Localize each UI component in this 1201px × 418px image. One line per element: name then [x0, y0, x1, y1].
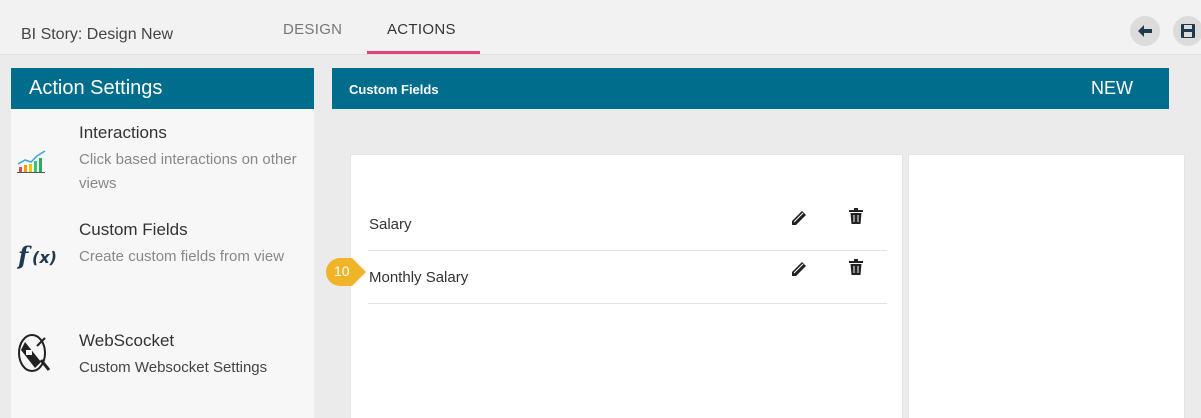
new-button[interactable]: NEW	[1091, 78, 1133, 99]
sidebar-item-title: Interactions	[79, 123, 167, 142]
sidebar-item-description: Create custom fields from view	[79, 248, 285, 265]
sidebar-item-title: Custom Fields	[79, 220, 188, 239]
story-title: BI Story: Design New	[21, 26, 174, 43]
custom-fields-header: Custom Fields NEW	[332, 68, 1169, 109]
field-detail-panel	[908, 154, 1185, 418]
back-button[interactable]	[1130, 16, 1160, 46]
step-number: 10	[334, 263, 350, 279]
function-icon: f (x)	[17, 243, 57, 269]
trash-icon[interactable]	[849, 259, 863, 275]
bar-chart-icon	[17, 150, 46, 173]
save-icon	[1181, 24, 1195, 38]
custom-fields-list: Salary Monthly Salary	[350, 154, 903, 418]
action-settings-title: Action Settings	[11, 68, 314, 109]
list-item[interactable]: Salary	[368, 200, 887, 251]
list-item[interactable]: Monthly Salary	[368, 251, 887, 304]
top-bar: BI Story: Design New DESIGN ACTIONS	[0, 0, 1201, 55]
field-name: Monthly Salary	[369, 269, 469, 286]
svg-text:(x): (x)	[32, 248, 57, 267]
tab-actions[interactable]: ACTIONS	[387, 21, 456, 38]
pencil-icon[interactable]	[791, 261, 807, 277]
pencil-icon[interactable]	[791, 210, 807, 226]
svg-text:f: f	[17, 243, 32, 269]
sidebar-item-title: WebScocket	[79, 331, 175, 350]
sidebar-item-description: Custom Websocket Settings	[79, 359, 268, 376]
section-title: Custom Fields	[349, 82, 439, 97]
sidebar-item-interactions[interactable]: Interactions Click based interactions on…	[11, 123, 314, 198]
tab-design[interactable]: DESIGN	[283, 21, 342, 38]
field-name: Salary	[369, 216, 412, 233]
plug-icon	[18, 334, 51, 372]
active-tab-indicator	[367, 51, 480, 54]
sidebar-item-description: Click based interactions on other views	[79, 151, 297, 192]
sidebar-item-custom-fields[interactable]: f (x) Custom Fields Create custom fields…	[11, 220, 314, 300]
save-button[interactable]	[1173, 16, 1201, 46]
trash-icon[interactable]	[849, 208, 863, 224]
step-badge: 10	[326, 258, 366, 286]
arrow-left-icon	[1138, 25, 1152, 37]
sidebar-item-websocket[interactable]: WebScocket Custom Websocket Settings	[11, 331, 314, 391]
action-settings-panel: Action Settings Interactions Click based…	[11, 68, 314, 418]
